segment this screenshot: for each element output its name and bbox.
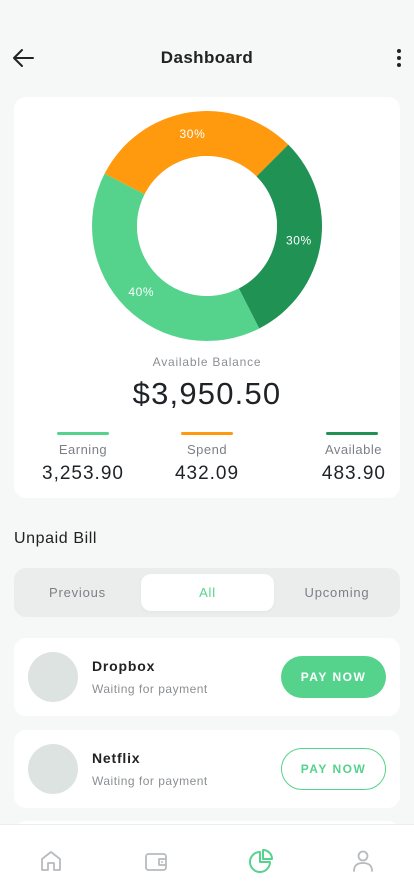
bill-status: Waiting for payment	[92, 682, 208, 696]
section-title: Unpaid Bill	[14, 530, 98, 547]
stat-value: 3,253.90	[42, 463, 124, 484]
pay-now-button[interactable]: PAY NOW	[281, 656, 386, 698]
tab-previous[interactable]: Previous	[14, 574, 141, 611]
bill-status: Waiting for payment	[92, 774, 208, 788]
bill-name: Dropbox	[92, 658, 156, 674]
wallet-icon[interactable]	[142, 847, 170, 875]
bottom-nav	[0, 824, 414, 896]
pay-now-button[interactable]: PAY NOW	[281, 748, 386, 790]
spend-color-bar	[181, 432, 233, 435]
stat-label: Available	[324, 442, 382, 457]
stat-earning: Earning 3,253.90	[28, 432, 138, 485]
balance-card: 30% 30% 40% Available Balance $3,950.50 Ea…	[14, 97, 400, 498]
available-color-bar	[326, 432, 378, 435]
donut-slice-label-1: 30%	[286, 234, 312, 248]
bill-item-dropbox: Dropbox Waiting for payment PAY NOW	[14, 638, 400, 716]
stat-spend: Spend 432.09	[152, 432, 262, 485]
profile-icon[interactable]	[349, 847, 377, 875]
bill-item-netflix: Netflix Waiting for payment PAY NOW	[14, 730, 400, 808]
earning-color-bar	[57, 432, 109, 435]
donut-hole	[137, 156, 277, 296]
balance-label: Available Balance	[152, 355, 262, 369]
balance-value: $3,950.50	[132, 376, 282, 411]
tab-all[interactable]: All	[141, 574, 274, 611]
stat-available: Available 483.90	[276, 432, 386, 485]
stat-label: Spend	[186, 442, 228, 457]
app-header: Dashboard	[0, 36, 414, 80]
page-title: Dashboard	[160, 48, 254, 67]
bill-filter-tabs: Previous All Upcoming	[14, 568, 400, 617]
pie-chart-icon[interactable]	[247, 847, 275, 875]
donut-slice-label-2: 40%	[128, 285, 154, 299]
home-icon[interactable]	[37, 847, 65, 875]
tab-upcoming[interactable]: Upcoming	[274, 574, 400, 611]
more-options-icon[interactable]	[392, 44, 406, 72]
stat-label: Earning	[58, 442, 108, 457]
avatar	[28, 652, 78, 702]
stat-value: 483.90	[321, 463, 386, 484]
bill-name: Netflix	[92, 750, 141, 766]
stat-value: 432.09	[174, 463, 240, 484]
avatar	[28, 744, 78, 794]
balance-donut-chart: 30% 30% 40%	[92, 111, 322, 341]
donut-slice-label-0: 30%	[180, 127, 206, 141]
